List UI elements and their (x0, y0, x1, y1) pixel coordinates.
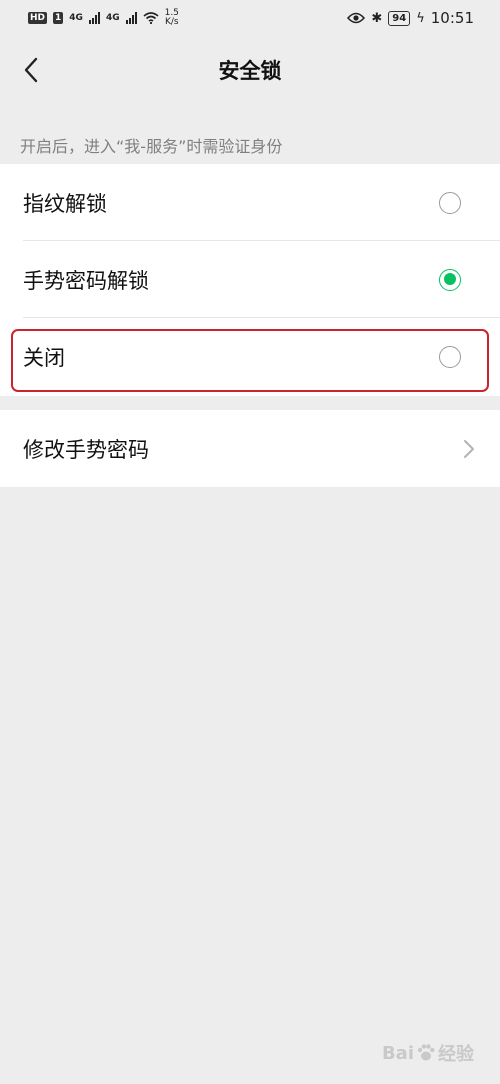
nav-bar: 安全锁 (0, 36, 500, 104)
option-gesture-password-unlock[interactable]: 手势密码解锁 (0, 241, 500, 318)
chevron-left-icon (24, 57, 38, 83)
radio-unchecked-icon[interactable] (439, 345, 461, 368)
baidu-watermark: Bai 经验 (382, 1040, 474, 1066)
section-hint: 开启后，进入“我-服务”时需验证身份 (20, 137, 283, 156)
sim-number-badge: 1 (53, 12, 64, 24)
change-password-group: 修改手势密码 (0, 410, 500, 487)
battery-icon: 94 (388, 10, 411, 26)
clock: 10:51 (430, 9, 474, 27)
lock-options-group: 指纹解锁 手势密码解锁 关闭 (0, 164, 500, 396)
option-label: 指纹解锁 (23, 191, 107, 216)
watermark-text-suffix: 经验 (438, 1044, 474, 1065)
change-password-label: 修改手势密码 (23, 437, 149, 462)
hd-badge: HD (28, 12, 48, 24)
network-type-2: 4G (105, 12, 120, 23)
signal-icon (88, 12, 100, 24)
paw-icon (417, 1044, 435, 1061)
status-bar-left: HD 1 4G 4G 1.5 K/s (28, 9, 179, 27)
radio-checked-icon[interactable] (439, 268, 461, 291)
eye-icon (347, 12, 366, 24)
option-label: 手势密码解锁 (23, 268, 149, 293)
chevron-right-icon (464, 440, 474, 458)
status-bar-right: ✱ 94 ϟ 10:51 (347, 9, 474, 27)
network-speed: 1.5 K/s (165, 9, 179, 27)
status-bar: HD 1 4G 4G 1.5 K/s ✱ 94 ϟ 10:51 (0, 0, 500, 36)
watermark-text-prefix: Bai (381, 1042, 414, 1064)
network-speed-unit: K/s (164, 17, 179, 27)
charging-icon: ϟ (416, 10, 425, 26)
back-button[interactable] (14, 52, 48, 88)
page-title: 安全锁 (218, 59, 282, 83)
option-label: 关闭 (23, 345, 65, 370)
signal-icon (125, 12, 137, 24)
option-off[interactable]: 关闭 (0, 318, 500, 395)
radio-unchecked-icon[interactable] (439, 191, 461, 214)
change-gesture-password-row[interactable]: 修改手势密码 (0, 410, 500, 487)
option-fingerprint-unlock[interactable]: 指纹解锁 (0, 164, 500, 241)
network-type-1: 4G (69, 12, 83, 23)
bluetooth-icon: ✱ (371, 10, 383, 26)
wifi-icon (143, 12, 159, 24)
